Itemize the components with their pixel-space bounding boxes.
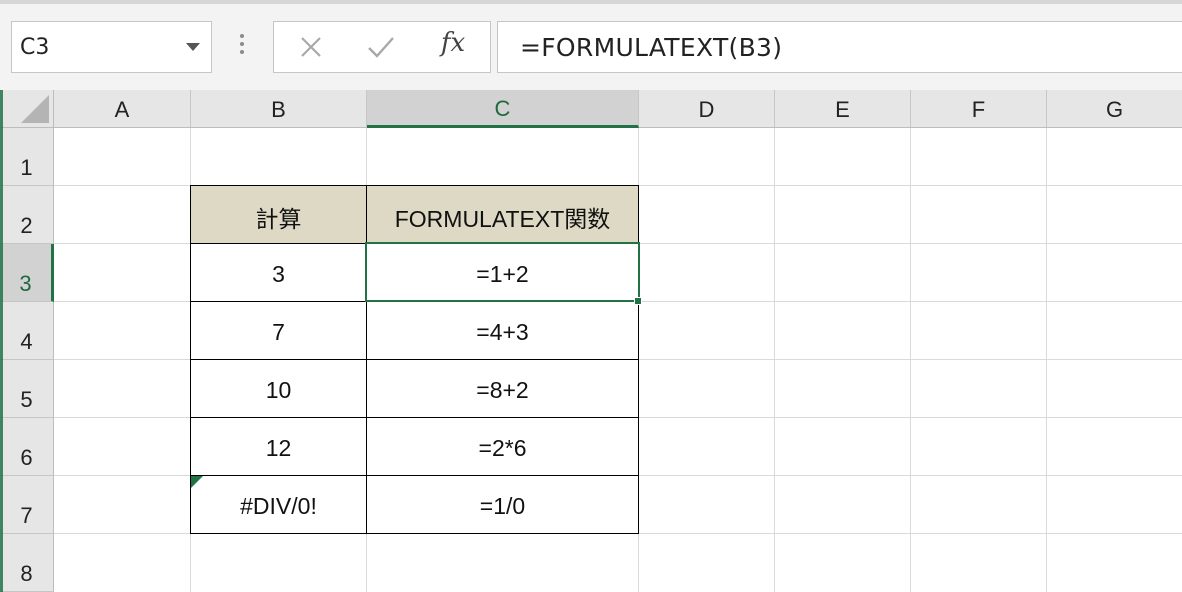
column-header-f[interactable]: F [911,90,1047,128]
table-cell-b3[interactable]: 3 [191,244,366,301]
error-indicator-icon[interactable] [191,476,203,488]
table-cell-c4[interactable]: =4+3 [367,302,638,359]
chevron-down-icon[interactable] [186,43,200,51]
column-header-d[interactable]: D [639,90,775,128]
spreadsheet-grid: A B C D E F G 1 2 3 4 5 6 7 8 計算 FORMULA… [0,90,1182,592]
selected-cell-outline [365,242,640,302]
window-edge [0,90,3,592]
gridline [54,533,1182,534]
table-cell-c6[interactable]: =2*6 [367,418,638,475]
name-box-value: C3 [20,35,50,60]
row-header-8[interactable]: 8 [0,534,54,592]
formula-buttons: fx [273,21,491,73]
column-header-b[interactable]: B [191,90,367,128]
select-all-button[interactable] [0,90,54,128]
table-header-formulatext[interactable]: FORMULATEXT関数 [367,186,638,243]
gridline [1046,128,1047,592]
close-icon [301,37,321,57]
row-header-5[interactable]: 5 [0,360,54,418]
table-cell-b7[interactable]: #DIV/0! [191,476,366,533]
fill-handle[interactable] [634,297,642,305]
gridline [774,128,775,592]
column-header-c[interactable]: C [367,90,639,128]
table-border [190,417,639,418]
gridline [910,128,911,592]
name-box[interactable]: C3 [11,21,212,73]
table-border [190,359,639,360]
row-header-1[interactable]: 1 [0,128,54,186]
gridline [638,128,639,592]
table-cell-b6[interactable]: 12 [191,418,366,475]
enter-button[interactable] [366,32,396,62]
row-header-2[interactable]: 2 [0,186,54,244]
table-cell-c7[interactable]: =1/0 [367,476,638,533]
insert-function-button[interactable]: fx [438,28,468,58]
fx-icon: fx [440,28,466,58]
column-header-g[interactable]: G [1047,90,1182,128]
table-cell-b5[interactable]: 10 [191,360,366,417]
column-header-e[interactable]: E [775,90,911,128]
select-all-icon [21,95,49,123]
check-icon [368,37,394,58]
formula-bar-area: C3 fx =FORMULATEXT(B3) [0,0,1182,90]
column-header-a[interactable]: A [54,90,191,128]
formula-input[interactable]: =FORMULATEXT(B3) [497,21,1182,73]
table-header-calc[interactable]: 計算 [191,186,366,243]
table-border [366,185,367,534]
row-header-7[interactable]: 7 [0,476,54,534]
table-border [190,475,639,476]
table-cell-c5[interactable]: =8+2 [367,360,638,417]
cancel-button[interactable] [296,32,326,62]
table-cell-b4[interactable]: 7 [191,302,366,359]
row-header-3[interactable]: 3 [0,244,54,302]
row-header-4[interactable]: 4 [0,302,54,360]
grip-icon[interactable] [240,34,244,56]
formula-text: =FORMULATEXT(B3) [520,33,783,62]
row-header-6[interactable]: 6 [0,418,54,476]
